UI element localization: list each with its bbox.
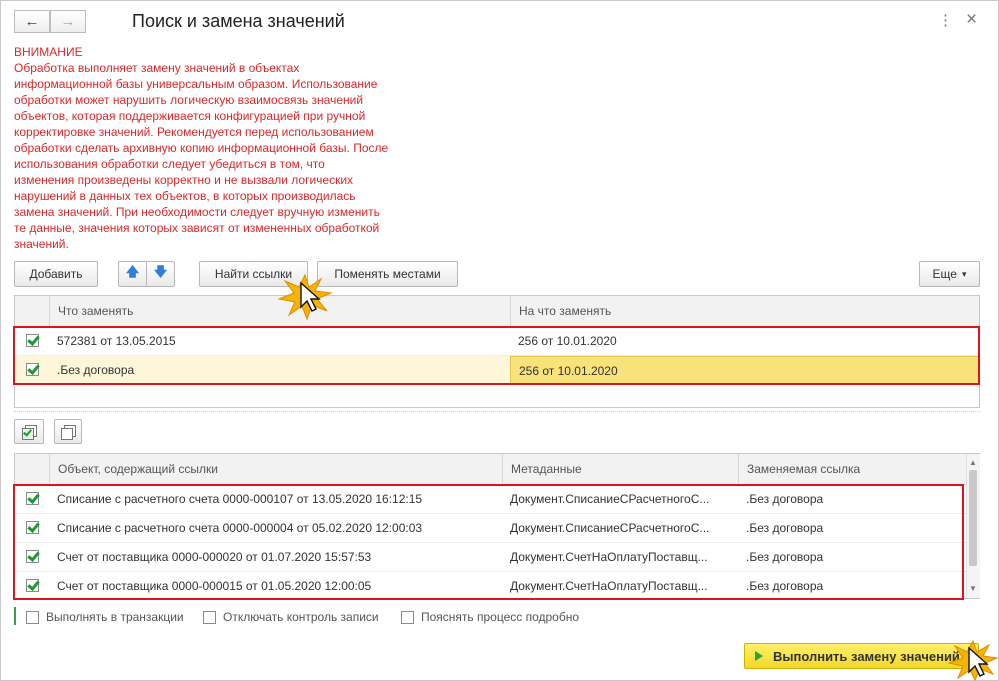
vertical-scrollbar[interactable]: ▲ ▼ (966, 454, 980, 598)
check-all-button[interactable] (14, 419, 44, 444)
uncheck-all-icon (61, 424, 76, 440)
warning-line: те данные, значения которых зависят от и… (14, 221, 380, 235)
caret-down-icon: ▾ (961, 268, 967, 279)
cell-to-active[interactable]: 256 от 10.01.2020 (510, 356, 979, 384)
warning-heading: ВНИМАНИЕ (14, 45, 83, 59)
row-checkbox[interactable] (26, 521, 39, 534)
scroll-down-icon[interactable]: ▼ (969, 584, 977, 593)
row-checkbox[interactable] (26, 492, 39, 505)
dialog-window: ← → Поиск и замена значений ⋮ × ВНИМАНИЕ… (0, 0, 999, 681)
option-label: Отключать контроль записи (223, 610, 379, 624)
arrow-up-icon: 🡅 (125, 264, 140, 279)
cell-to: 256 от 10.01.2020 (518, 334, 617, 348)
warning-line: обработки может нарушить логическую взаи… (14, 93, 364, 107)
close-icon[interactable]: × (966, 9, 977, 31)
table-row[interactable]: Списание с расчетного счета 0000-000004 … (15, 514, 966, 543)
move-up-button[interactable]: 🡅 (118, 261, 147, 287)
option-checkbox[interactable] (203, 610, 216, 624)
play-icon (755, 651, 763, 661)
cell-what: 572381 от 13.05.2015 (57, 334, 176, 348)
scroll-up-icon[interactable]: ▲ (969, 458, 977, 467)
warning-line: использования обработки следует убедитьс… (14, 157, 325, 171)
uncheck-all-button[interactable] (54, 419, 82, 444)
table-row[interactable]: Счет от поставщика 0000-000015 от 01.05.… (15, 572, 966, 601)
back-button[interactable]: ← (14, 10, 50, 33)
warning-line: замена значений. При необходимости следу… (14, 205, 380, 219)
row-checkbox[interactable] (26, 550, 39, 563)
cell-object: Счет от поставщика 0000-000020 от 01.07.… (57, 550, 372, 564)
table-row[interactable]: Списание с расчетного счета 0000-000107 … (15, 485, 966, 514)
swap-button[interactable]: Поменять местами (317, 261, 458, 287)
forward-button[interactable]: → (50, 10, 86, 33)
cell-what: .Без договора (57, 363, 135, 377)
separator (14, 411, 980, 412)
column-header-to[interactable]: На что заменять (510, 296, 979, 326)
warning-line: обработки сделать архивную копию информа… (14, 141, 389, 155)
warning-line: значений. (14, 237, 69, 251)
option-checkbox[interactable] (401, 610, 414, 624)
click-burst-icon (277, 273, 333, 321)
more-icon[interactable]: ⋮ (938, 11, 953, 29)
arrow-left-icon: ← (24, 13, 40, 30)
replacements-table: Что заменять На что заменять 572381 от 1… (14, 295, 980, 408)
more-menu-label: Еще (932, 267, 957, 281)
cell-metadata: Документ.СписаниеСРасчетногоС... (510, 521, 710, 535)
warning-line: Обработка выполняет замену значений в об… (14, 61, 300, 75)
option-label: Пояснять процесс подробно (421, 610, 580, 624)
option-explain[interactable]: Пояснять процесс подробно (401, 610, 579, 624)
execute-label: Выполнить замену значений (773, 648, 960, 664)
cell-ref: .Без договора (746, 492, 824, 506)
execute-replace-button[interactable]: Выполнить замену значений (744, 643, 979, 669)
warning-line: информационной базы универсальным образо… (14, 77, 378, 91)
cell-metadata: Документ.СчетНаОплатуПоставщ... (510, 550, 708, 564)
cell-ref: .Без договора (746, 579, 824, 593)
warning-line: корректировке значений. Рекомендуется пе… (14, 125, 374, 139)
cell-metadata: Документ.СписаниеСРасчетногоС... (510, 492, 710, 506)
more-menu-button[interactable]: Еще ▾ (919, 261, 980, 287)
warning-text: Обработка выполняет замену значений в об… (14, 60, 419, 252)
table-header: Объект, содержащий ссылки Метаданные Зам… (15, 454, 966, 485)
arrow-down-icon: 🡇 (153, 264, 168, 279)
window-title: Поиск и замена значений (132, 11, 345, 31)
cell-object: Счет от поставщика 0000-000015 от 01.05.… (57, 579, 372, 593)
cell-object: Списание с расчетного счета 0000-000004 … (57, 521, 423, 535)
click-burst-icon (947, 639, 999, 681)
cell-ref: .Без договора (746, 550, 824, 564)
row-checkbox[interactable] (26, 334, 39, 347)
warning-line: изменения произведены корректно и не выз… (14, 173, 354, 187)
move-down-button[interactable]: 🡇 (146, 261, 175, 287)
option-checkbox[interactable] (26, 610, 39, 624)
table-row[interactable]: Счет от поставщика 0000-000020 от 01.07.… (15, 543, 966, 572)
cell-metadata: Документ.СчетНаОплатуПоставщ... (510, 579, 708, 593)
row-checkbox[interactable] (26, 363, 39, 376)
table-row[interactable]: 572381 от 13.05.2015 256 от 10.01.2020 (15, 327, 979, 356)
warning-line: нарушений в данных тех объектов, в котор… (14, 189, 356, 203)
column-header-object[interactable]: Объект, содержащий ссылки (49, 454, 502, 484)
table-row-selected[interactable]: .Без договора 256 от 10.01.2020 (15, 356, 979, 385)
check-all-icon (22, 424, 37, 440)
group-marker (14, 607, 16, 625)
column-header-metadata[interactable]: Метаданные (502, 454, 738, 484)
column-header-ref[interactable]: Заменяемая ссылка (738, 454, 966, 484)
option-label: Выполнять в транзакции (46, 610, 184, 624)
option-transaction[interactable]: Выполнять в транзакции (26, 610, 184, 624)
cell-object: Списание с расчетного счета 0000-000107 … (57, 492, 423, 506)
warning-line: объектов, которая поддерживается конфигу… (14, 109, 366, 123)
add-button[interactable]: Добавить (14, 261, 98, 287)
references-table: Объект, содержащий ссылки Метаданные Зам… (14, 453, 980, 599)
scroll-thumb[interactable] (969, 470, 977, 566)
row-checkbox[interactable] (26, 579, 39, 592)
cell-ref: .Без договора (746, 521, 824, 535)
table-header: Что заменять На что заменять (15, 296, 979, 327)
arrow-right-icon: → (60, 13, 76, 30)
option-disable-control[interactable]: Отключать контроль записи (203, 610, 379, 624)
